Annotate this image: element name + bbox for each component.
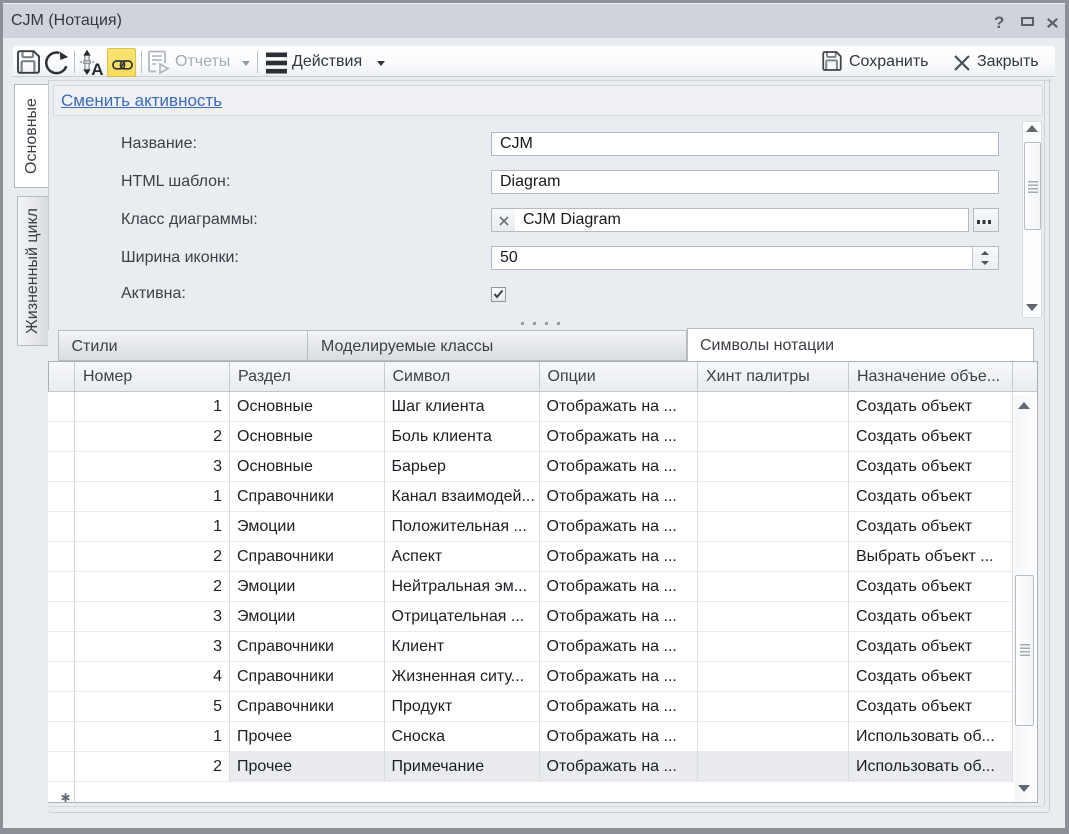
svg-text:A: A [91, 60, 103, 76]
